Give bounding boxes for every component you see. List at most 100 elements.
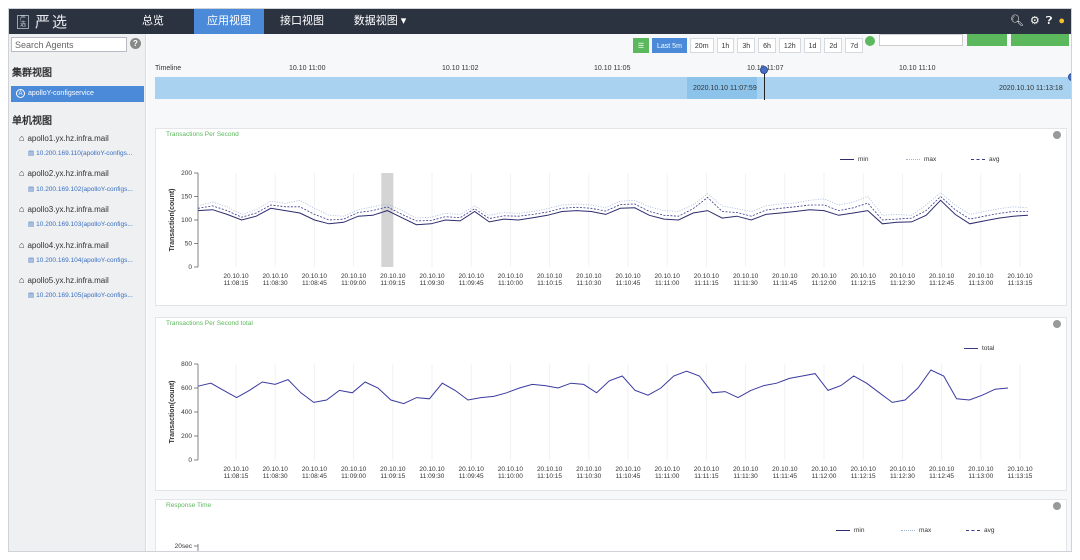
range-12h[interactable]: 12h — [778, 38, 801, 53]
x-tick-date: 20.10.10 — [1007, 273, 1033, 280]
y-tick-label: 50 — [185, 241, 193, 248]
nav-overview[interactable]: 总览 — [135, 9, 171, 34]
host-item[interactable]: ⌂ apollo4.yx.hz.infra.mail — [19, 240, 109, 250]
range-7d[interactable]: 7d — [845, 38, 863, 53]
host-label: apollo3.yx.hz.infra.mail — [27, 205, 109, 214]
logo[interactable]: 严选 严选 — [17, 12, 69, 31]
gear-icon[interactable]: ⚙ — [1030, 14, 1040, 28]
response-time-chart[interactable]: 20sec — [156, 500, 1066, 552]
list-icon[interactable]: ☰ — [633, 38, 649, 53]
calendar-icon[interactable] — [865, 36, 875, 46]
y-tick-label: 0 — [188, 264, 192, 271]
range-1h[interactable]: 1h — [716, 38, 735, 53]
agent-item[interactable]: ▤ 10.200.169.103(apolloY-configs... — [28, 220, 133, 228]
x-tick-date: 20.10.10 — [537, 466, 563, 473]
tps-total-chart[interactable]: 0200400600800Transaction(count)20.10.101… — [156, 318, 1066, 490]
tps-chart[interactable]: 050100150200Transaction(count)20.10.1011… — [156, 129, 1066, 305]
range-1d[interactable]: 1d — [803, 38, 822, 53]
nav-interface-view[interactable]: 接口视图 — [271, 9, 333, 34]
x-tick-date: 20.10.10 — [811, 273, 837, 280]
y-axis-label: Transaction(count) — [169, 380, 176, 443]
range-2d[interactable]: 2d — [824, 38, 843, 53]
x-tick-date: 20.10.10 — [655, 466, 681, 473]
x-tick-date: 20.10.10 — [380, 466, 406, 473]
agent-label: 10.200.169.103(apolloY-configs... — [36, 221, 133, 228]
search-help-icon[interactable]: ? — [130, 38, 141, 49]
range-6h[interactable]: 6h — [758, 38, 776, 53]
x-tick-date: 20.10.10 — [419, 273, 445, 280]
x-tick-label: 11:11:00 — [655, 280, 680, 287]
x-tick-label: 11:12:15 — [851, 280, 876, 287]
datetime-input[interactable] — [879, 34, 963, 46]
x-tick-label: 11:12:00 — [812, 473, 837, 480]
user-avatar-icon[interactable]: ● — [1058, 14, 1065, 28]
timeline-cursor-handle[interactable] — [760, 66, 768, 74]
range-3h[interactable]: 3h — [737, 38, 756, 53]
agent-item[interactable]: ▤ 10.200.169.105(apolloY-configs... — [28, 291, 133, 299]
x-tick-label: 11:08:30 — [263, 280, 288, 287]
cluster-item-apollo[interactable]: AapolloY-configservice — [11, 86, 144, 102]
x-tick-date: 20.10.10 — [459, 273, 485, 280]
timeline-cursor-time: 2020.10.10 11:07:59 — [693, 85, 757, 92]
x-tick-label: 11:09:00 — [341, 280, 366, 287]
timeline-cursor[interactable] — [764, 70, 765, 100]
y-tick-label: 150 — [181, 194, 192, 201]
x-tick-date: 20.10.10 — [851, 273, 877, 280]
search-agents-input[interactable] — [11, 37, 127, 52]
app-circle-icon: A — [16, 88, 25, 98]
x-tick-date: 20.10.10 — [615, 466, 641, 473]
x-tick-label: 11:11:15 — [694, 280, 719, 287]
x-tick-date: 20.10.10 — [498, 466, 524, 473]
x-tick-date: 20.10.10 — [772, 273, 798, 280]
x-tick-label: 11:08:30 — [263, 473, 288, 480]
x-tick-label: 11:09:30 — [420, 473, 445, 480]
x-tick-date: 20.10.10 — [811, 466, 837, 473]
agent-item[interactable]: ▤ 10.200.169.102(apolloY-configs... — [28, 185, 133, 193]
x-tick-label: 11:10:15 — [537, 473, 562, 480]
y-tick-label: 0 — [188, 457, 192, 464]
main-content: ☰ Last 5m 20m 1h 3h 6h 12h 1d 2d 7d Time… — [147, 34, 1071, 552]
series-line-total — [197, 369, 1009, 405]
y-tick-label: 800 — [181, 361, 192, 368]
nav-app-view[interactable]: 应用视图 — [194, 9, 264, 34]
response-time-panel: Response Time min max avg 20sec — [155, 499, 1067, 552]
x-tick-label: 11:12:00 — [812, 280, 837, 287]
x-tick-date: 20.10.10 — [263, 466, 289, 473]
timeline-end-handle[interactable] — [1068, 73, 1071, 81]
x-tick-date: 20.10.10 — [380, 273, 406, 280]
host-item[interactable]: ⌂ apollo5.yx.hz.infra.mail — [19, 275, 109, 285]
host-label: apollo2.yx.hz.infra.mail — [27, 169, 109, 178]
x-tick-date: 20.10.10 — [302, 273, 328, 280]
host-label: apollo5.yx.hz.infra.mail — [27, 276, 109, 285]
host-label: apollo4.yx.hz.infra.mail — [27, 241, 109, 250]
x-tick-label: 11:11:30 — [733, 280, 758, 287]
help-icon[interactable]: ❓︎ — [1046, 14, 1053, 28]
timeline-tick: 10.10 11:02 — [442, 65, 479, 72]
range-last-5m[interactable]: Last 5m — [652, 38, 687, 53]
search-icon[interactable]: 🔍︎ — [1010, 14, 1024, 28]
host-item[interactable]: ⌂ apollo2.yx.hz.infra.mail — [19, 168, 109, 178]
agent-item[interactable]: ▤ 10.200.169.110(apolloY-configs... — [28, 149, 132, 157]
x-tick-label: 11:12:15 — [851, 473, 876, 480]
agent-label: 10.200.169.104(apolloY-configs... — [36, 257, 133, 264]
timeline-bar[interactable] — [155, 77, 1071, 99]
x-tick-label: 11:13:00 — [968, 473, 993, 480]
top-nav: 严选 严选 总览 应用视图 接口视图 数据视图 ▾ 🔍︎ ⚙ ❓︎ ● — [9, 9, 1071, 34]
x-tick-label: 11:11:30 — [733, 473, 758, 480]
timeline-tick: 10.10 11:10 — [899, 65, 936, 72]
x-tick-label: 11:13:15 — [1008, 280, 1033, 287]
x-tick-date: 20.10.10 — [576, 273, 602, 280]
series-line-max — [197, 192, 1029, 219]
x-tick-label: 11:11:15 — [694, 473, 719, 480]
host-item[interactable]: ⌂ apollo3.yx.hz.infra.mail — [19, 204, 109, 214]
range-20m[interactable]: 20m — [689, 38, 714, 53]
logo-text: 严选 — [35, 13, 70, 31]
query-button[interactable] — [967, 34, 1007, 46]
home-icon: ⌂ — [19, 204, 25, 214]
y-tick-label: 100 — [181, 217, 192, 224]
refresh-button[interactable] — [1011, 34, 1069, 46]
agent-item[interactable]: ▤ 10.200.169.104(apolloY-configs... — [28, 256, 133, 264]
host-item[interactable]: ⌂ apollo1.yx.hz.infra.mail — [19, 133, 109, 143]
nav-data-view[interactable]: 数据视图 ▾ — [345, 9, 415, 34]
y-tick-label: 600 — [181, 385, 192, 392]
